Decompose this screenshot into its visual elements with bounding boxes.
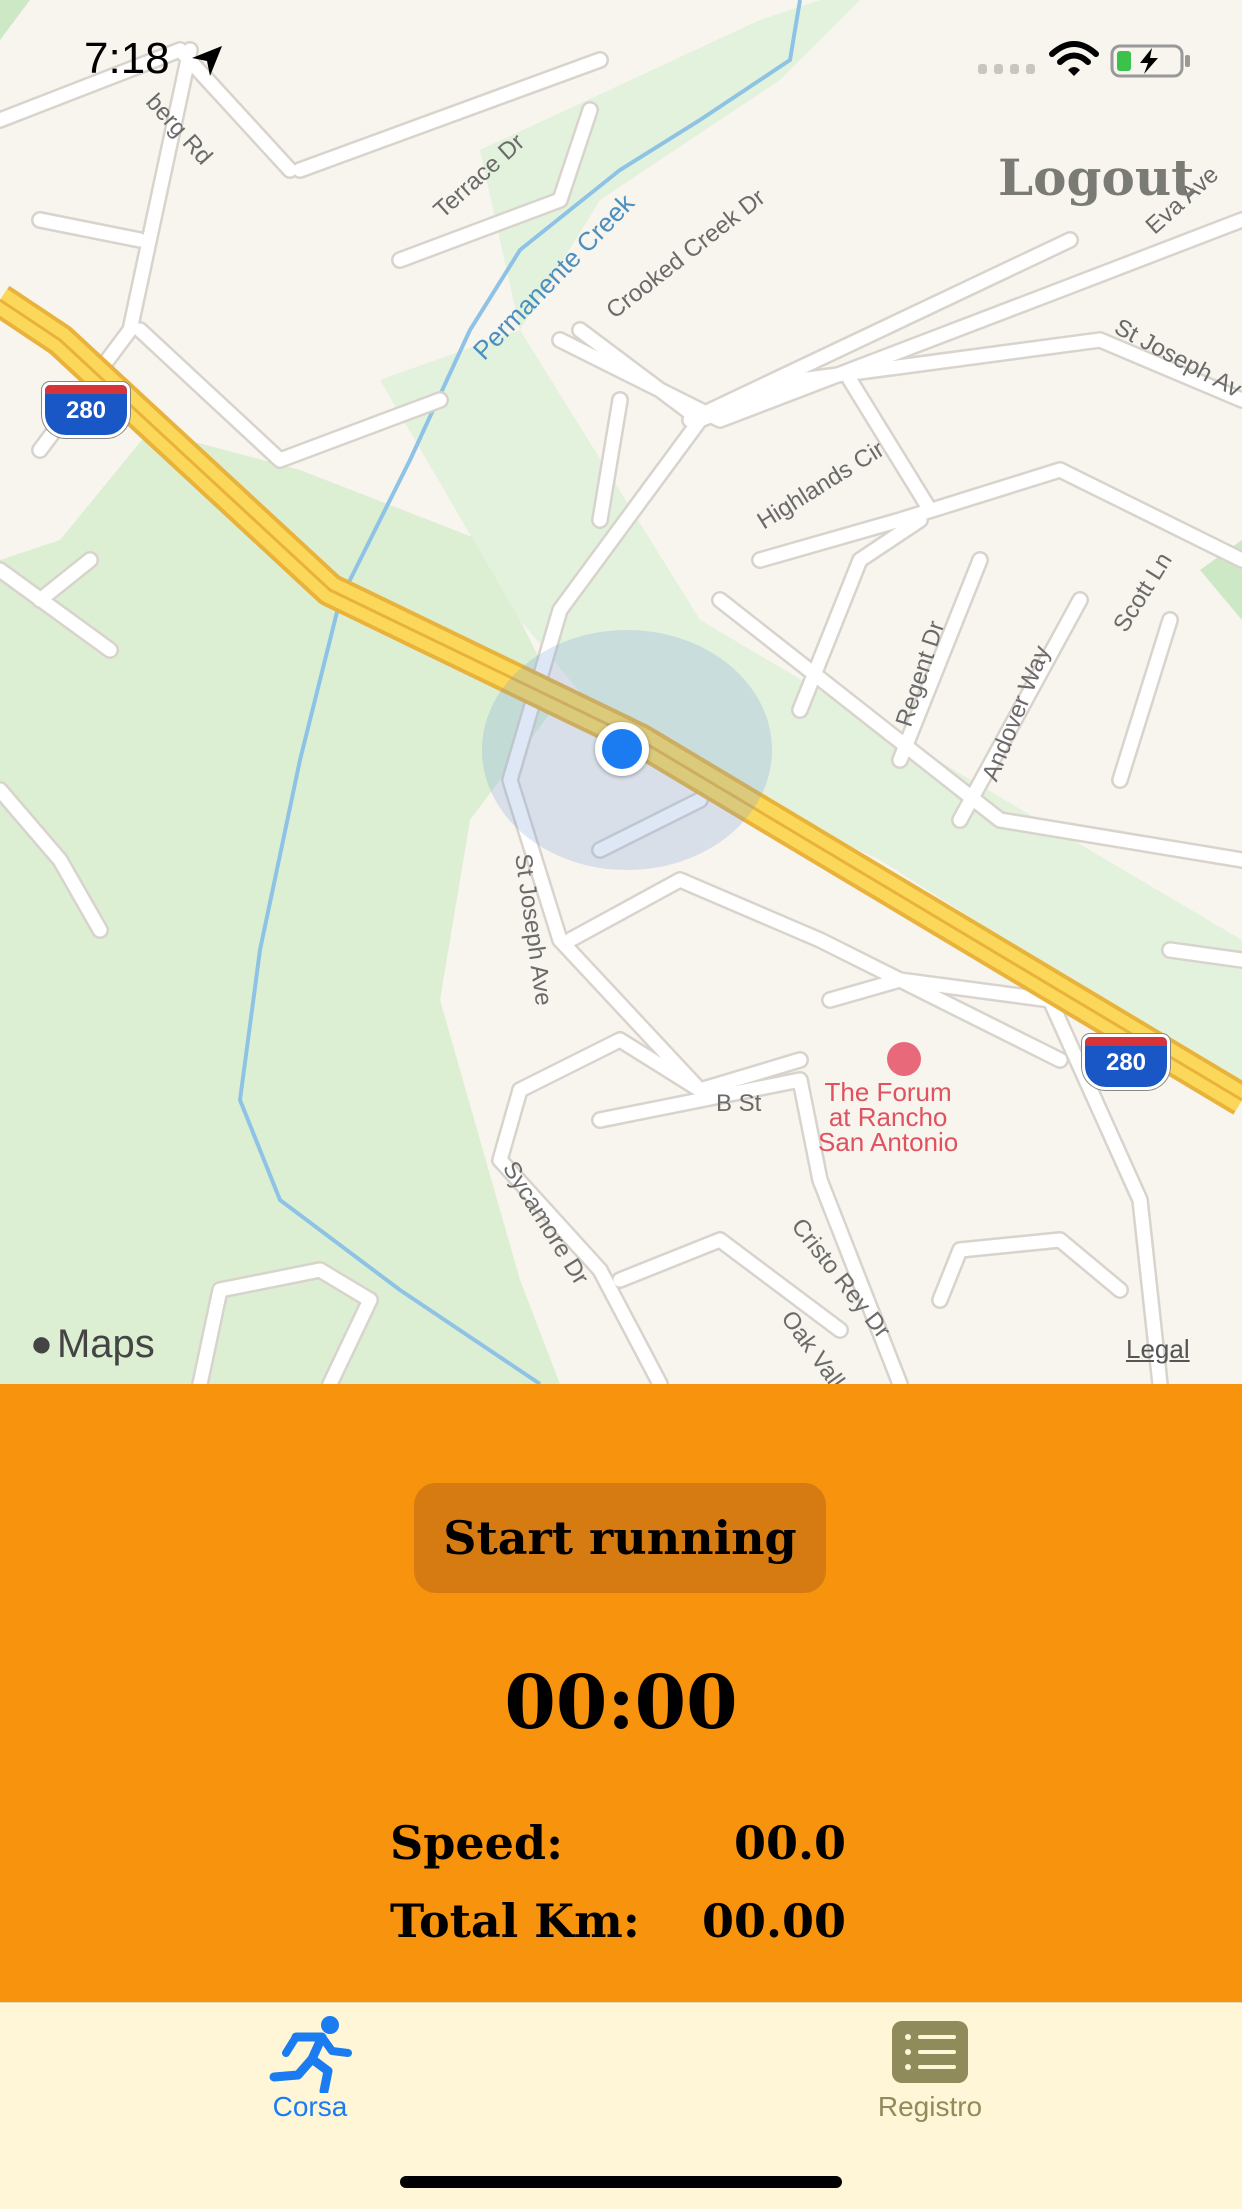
wifi-icon [1049,41,1099,76]
timer-display: 00:00 [504,1660,738,1746]
street-label: B St [716,1090,762,1117]
highway-shield: 280 [1082,1034,1170,1090]
start-running-button[interactable]: Start running [414,1483,826,1593]
home-indicator[interactable] [400,2176,842,2188]
poi-label[interactable]: The Forum at Rancho San Antonio [818,1079,958,1155]
location-arrow-icon [192,46,222,76]
tab-corsa[interactable]: Corsa [160,2003,460,2143]
runner-icon [269,2016,352,2093]
signal-icon [978,64,1035,74]
battery-icon [1110,44,1190,78]
logout-button[interactable]: Logout [998,148,1194,207]
tab-registro[interactable]: Registro [780,2003,1080,2143]
total-km-label: Total Km: [390,1894,640,1948]
speed-value: 00.0 [734,1816,847,1870]
legal-link[interactable]: Legal [1126,1334,1190,1365]
tab-label: Corsa [272,2091,348,2122]
apple-logo-icon: ● [30,1323,53,1365]
speed-label: Speed: [390,1816,564,1870]
status-bar: 7:18 [0,0,1242,120]
list-icon [892,2021,968,2083]
poi-icon[interactable] [887,1042,921,1076]
status-time: 7:18 [84,34,170,83]
maps-attribution: ● Maps [30,1322,155,1367]
highway-shield: 280 [42,382,130,438]
tab-label: Registro [877,2091,983,2122]
user-location-dot[interactable] [595,722,649,776]
map-view[interactable]: 280 280 berg Rd Terrace Dr Crooked Creek… [0,0,1242,1384]
total-km-value: 00.00 [702,1894,847,1948]
maps-attribution-text: Maps [56,1322,155,1366]
